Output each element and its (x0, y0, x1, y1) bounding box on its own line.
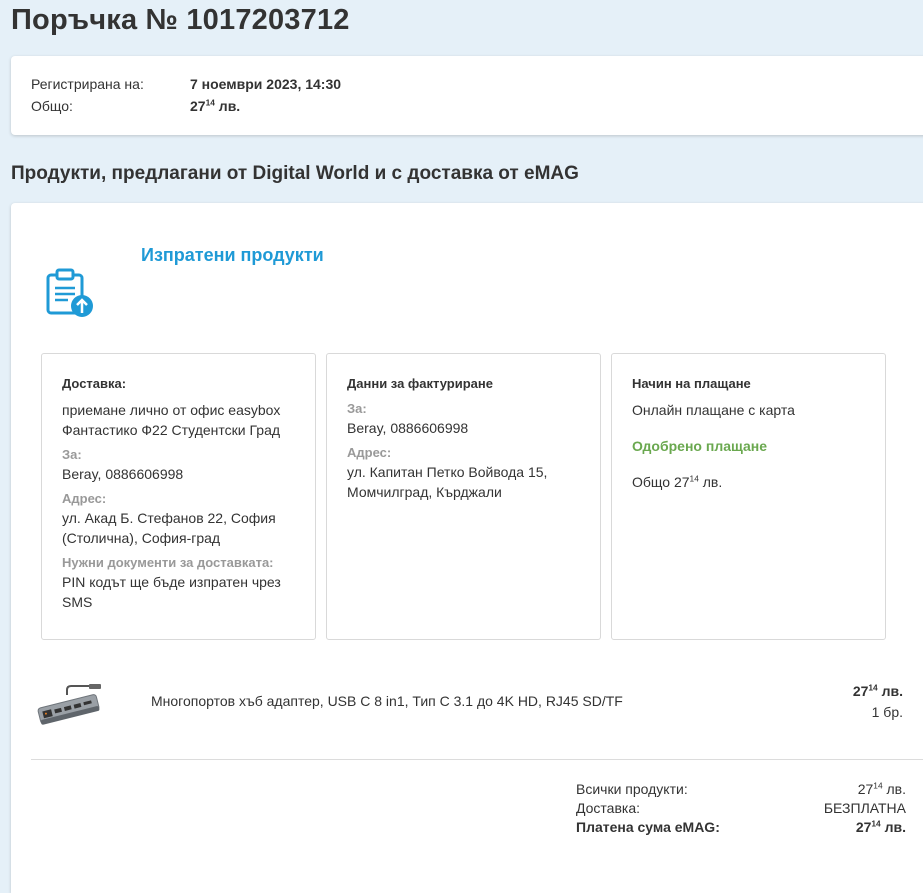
all-products-label: Всички продукти: (576, 781, 688, 797)
product-image[interactable] (31, 681, 107, 729)
product-price: 2714 лв. (852, 682, 903, 699)
payment-total: Общо 2714 лв. (632, 473, 723, 490)
product-name[interactable]: Многопортов хъб адаптер, USB C 8 in1, Ти… (151, 693, 623, 709)
delivery-address-value: ул. Акад Б. Стефанов 22, София (Столична… (62, 510, 276, 546)
delivery-box: Доставка: приемане лично от офис easybox… (41, 353, 316, 640)
delivery-method: приемане лично от офис easybox Фантастик… (62, 402, 281, 438)
paid-label: Платена сума eMAG: (576, 819, 720, 835)
billing-address-label: Адрес: (347, 445, 392, 460)
billing-heading: Данни за фактуриране (347, 376, 493, 391)
product-row: Многопортов хъб адаптер, USB C 8 in1, Ти… (31, 673, 911, 743)
billing-for-label: За: (347, 401, 367, 416)
delivery-for-label: За: (62, 447, 82, 462)
billing-box: Данни за фактуриране За: Beray, 08866069… (326, 353, 601, 640)
delivery-total-row: Доставка: БЕЗПЛАТНА (576, 799, 906, 818)
payment-status: Одобрено плащане (632, 438, 768, 454)
payment-box: Начин на плащане Онлайн плащане с карта … (611, 353, 886, 640)
paid-row: Платена сума eMAG: 2714 лв. (576, 818, 906, 837)
payment-heading: Начин на плащане (632, 376, 751, 391)
product-quantity: 1 бр. (871, 704, 903, 720)
order-totals: Всички продукти: 2714 лв. Доставка: БЕЗП… (576, 780, 906, 837)
all-products-row: Всички продукти: 2714 лв. (576, 780, 906, 799)
registered-label: Регистрирана на: (31, 76, 144, 92)
payment-method: Онлайн плащане с карта (632, 402, 795, 418)
delivery-address-label: Адрес: (62, 491, 107, 506)
billing-address-value: ул. Капитан Петко Войвода 15, Момчилград… (347, 464, 548, 500)
clipboard-upload-icon (46, 268, 93, 317)
order-summary-card: Регистрирана на: 7 ноември 2023, 14:30 О… (11, 56, 923, 135)
delivery-docs-label: Нужни документи за доставката: (62, 555, 274, 570)
delivery-total-label: Доставка: (576, 800, 641, 816)
shipped-products-title: Изпратени продукти (141, 245, 324, 265)
all-products-value: 2714 лв. (857, 780, 906, 797)
delivery-docs-value: PIN кодът ще бъде изпратен чрез SMS (62, 574, 281, 610)
shipment-card: Изпратени продукти Доставка: приемане ли… (11, 203, 923, 893)
totals-divider (31, 759, 923, 760)
delivery-total-value: БЕЗПЛАТНА (823, 800, 906, 816)
paid-value: 2714 лв. (855, 818, 906, 835)
registered-value: 7 ноември 2023, 14:30 (190, 76, 342, 92)
billing-for-value: Beray, 0886606998 (347, 420, 469, 436)
delivery-for-value: Beray, 0886606998 (62, 466, 184, 482)
total-label: Общо: (31, 98, 73, 114)
seller-section-title: Продукти, предлагани от Digital World и … (11, 163, 579, 184)
delivery-heading: Доставка: (62, 376, 127, 391)
total-value: 2714 лв. (190, 97, 241, 114)
page-title: Поръчка № 1017203712 (11, 4, 350, 36)
